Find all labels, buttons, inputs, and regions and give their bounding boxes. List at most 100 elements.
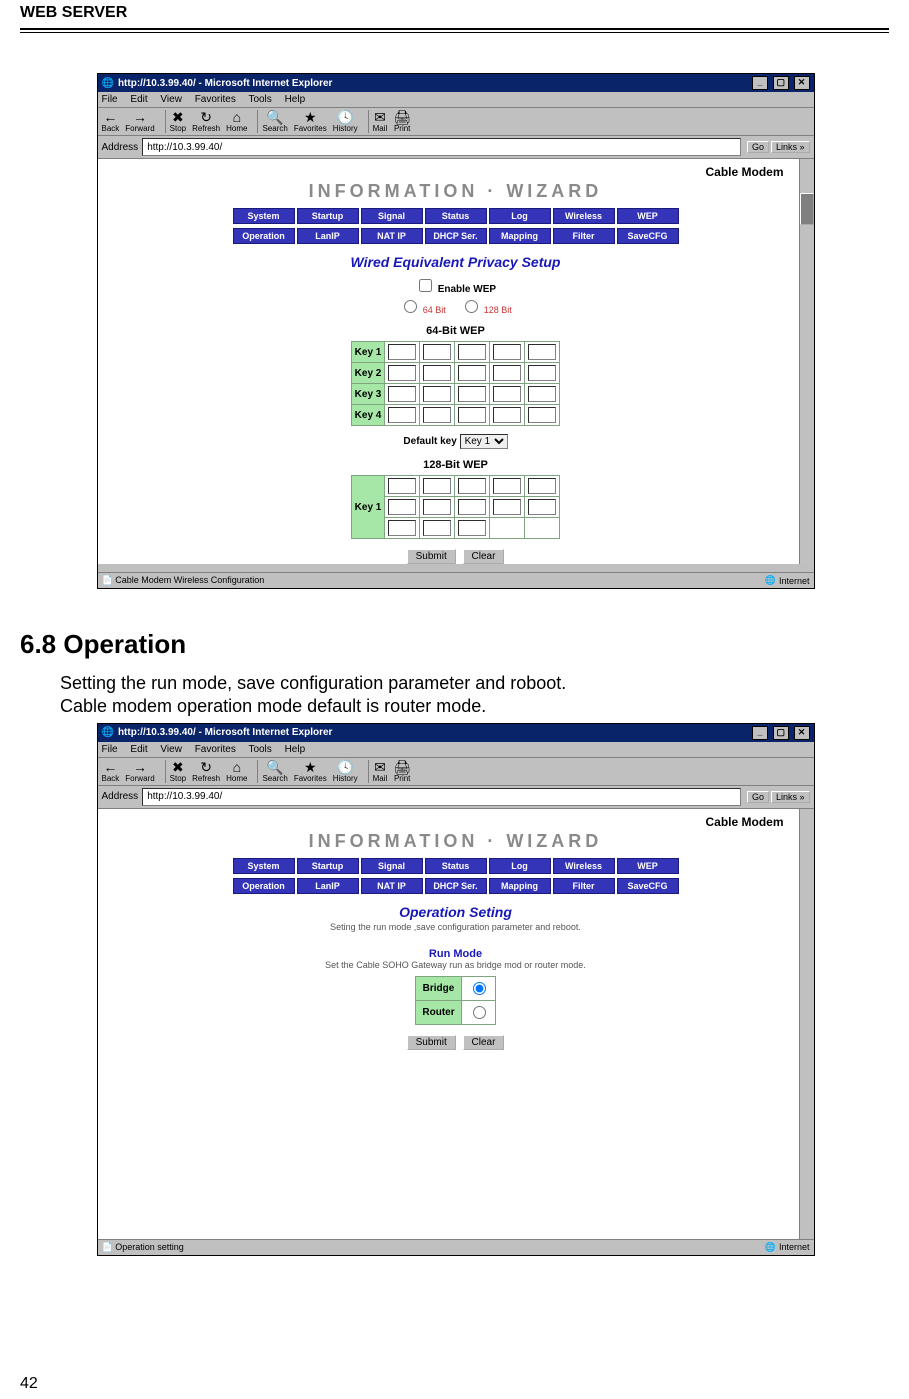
wep128-b12[interactable] [423, 520, 451, 536]
wep128-b5[interactable] [528, 478, 556, 494]
wep64-k3-b5[interactable] [528, 386, 556, 402]
close-button[interactable]: ✕ [794, 76, 810, 90]
wep64-k3-b4[interactable] [493, 386, 521, 402]
nav-log[interactable]: Log [489, 208, 551, 224]
nav-status[interactable]: Status [425, 858, 487, 874]
wep64-k3-b2[interactable] [423, 386, 451, 402]
wep128-b10[interactable] [528, 499, 556, 515]
submit-button[interactable]: Submit [407, 1035, 456, 1050]
nav-status[interactable]: Status [425, 208, 487, 224]
clear-button[interactable]: Clear [463, 549, 505, 564]
nav-savecfg[interactable]: SaveCFG [617, 228, 679, 244]
back-button[interactable]: ←Back [102, 110, 120, 133]
forward-button[interactable]: →Forward [125, 760, 154, 783]
stop-button[interactable]: ✖Stop [170, 760, 186, 783]
wep64-k2-b3[interactable] [458, 365, 486, 381]
menu-help[interactable]: Help [285, 744, 306, 755]
maximize-button[interactable]: ▢ [773, 726, 789, 740]
nav-operation[interactable]: Operation [233, 878, 295, 894]
nav-filter[interactable]: Filter [553, 878, 615, 894]
address-input[interactable] [142, 138, 741, 156]
radio-128bit[interactable] [465, 300, 478, 313]
nav-signal[interactable]: Signal [361, 208, 423, 224]
wep64-k1-b3[interactable] [458, 344, 486, 360]
wep64-k4-b1[interactable] [388, 407, 416, 423]
back-button[interactable]: ←Back [102, 760, 120, 783]
nav-wep[interactable]: WEP [617, 858, 679, 874]
wep128-b6[interactable] [388, 499, 416, 515]
home-button[interactable]: ⌂Home [226, 110, 247, 133]
menu-tools[interactable]: Tools [248, 744, 271, 755]
search-button[interactable]: 🔍Search [262, 760, 287, 783]
wep64-k4-b4[interactable] [493, 407, 521, 423]
print-button[interactable]: 🖨Print [393, 110, 411, 133]
nav-mapping[interactable]: Mapping [489, 878, 551, 894]
nav-startup[interactable]: Startup [297, 858, 359, 874]
menu-file[interactable]: File [102, 94, 118, 105]
nav-lanip[interactable]: LanIP [297, 878, 359, 894]
wep64-k4-b3[interactable] [458, 407, 486, 423]
wep128-b9[interactable] [493, 499, 521, 515]
nav-system[interactable]: System [233, 208, 295, 224]
nav-startup[interactable]: Startup [297, 208, 359, 224]
go-button[interactable]: Go [747, 141, 769, 153]
minimize-button[interactable]: _ [752, 726, 768, 740]
wep128-b7[interactable] [423, 499, 451, 515]
nav-savecfg[interactable]: SaveCFG [617, 878, 679, 894]
nav-natip[interactable]: NAT IP [361, 878, 423, 894]
minimize-button[interactable]: _ [752, 76, 768, 90]
menu-file[interactable]: File [102, 744, 118, 755]
menu-view[interactable]: View [160, 744, 182, 755]
search-button[interactable]: 🔍Search [262, 110, 287, 133]
clear-button[interactable]: Clear [463, 1035, 505, 1050]
menu-favorites[interactable]: Favorites [195, 94, 236, 105]
scrollbar[interactable] [799, 809, 814, 1239]
wep128-b13[interactable] [458, 520, 486, 536]
menu-tools[interactable]: Tools [248, 94, 271, 105]
wep64-k1-b1[interactable] [388, 344, 416, 360]
nav-dhcpser[interactable]: DHCP Ser. [425, 228, 487, 244]
run-mode-router-radio[interactable] [473, 1006, 486, 1019]
nav-wireless[interactable]: Wireless [553, 208, 615, 224]
nav-log[interactable]: Log [489, 858, 551, 874]
nav-operation[interactable]: Operation [233, 228, 295, 244]
forward-button[interactable]: →Forward [125, 110, 154, 133]
wep128-b4[interactable] [493, 478, 521, 494]
wep64-k2-b1[interactable] [388, 365, 416, 381]
nav-natip[interactable]: NAT IP [361, 228, 423, 244]
nav-mapping[interactable]: Mapping [489, 228, 551, 244]
nav-dhcpser[interactable]: DHCP Ser. [425, 878, 487, 894]
mail-button[interactable]: ✉Mail [373, 110, 388, 133]
stop-button[interactable]: ✖Stop [170, 110, 186, 133]
wep128-b1[interactable] [388, 478, 416, 494]
wep128-b3[interactable] [458, 478, 486, 494]
scrollbar[interactable] [799, 159, 814, 564]
menu-edit[interactable]: Edit [130, 94, 147, 105]
go-button[interactable]: Go [747, 791, 769, 803]
refresh-button[interactable]: ↻Refresh [192, 760, 220, 783]
radio-64bit[interactable] [404, 300, 417, 313]
wep128-b11[interactable] [388, 520, 416, 536]
submit-button[interactable]: Submit [407, 549, 456, 564]
refresh-button[interactable]: ↻Refresh [192, 110, 220, 133]
wep64-k3-b3[interactable] [458, 386, 486, 402]
home-button[interactable]: ⌂Home [226, 760, 247, 783]
links-button[interactable]: Links » [771, 791, 810, 803]
wep64-k1-b2[interactable] [423, 344, 451, 360]
close-button[interactable]: ✕ [794, 726, 810, 740]
maximize-button[interactable]: ▢ [773, 76, 789, 90]
wep64-k2-b5[interactable] [528, 365, 556, 381]
run-mode-bridge-radio[interactable] [473, 982, 486, 995]
menu-view[interactable]: View [160, 94, 182, 105]
nav-wireless[interactable]: Wireless [553, 858, 615, 874]
menu-favorites[interactable]: Favorites [195, 744, 236, 755]
enable-wep-checkbox[interactable] [419, 279, 432, 292]
wep64-k4-b2[interactable] [423, 407, 451, 423]
nav-system[interactable]: System [233, 858, 295, 874]
menu-help[interactable]: Help [285, 94, 306, 105]
default-key-select[interactable]: Key 1 [460, 434, 508, 449]
history-button[interactable]: 🕓History [333, 760, 358, 783]
wep128-b8[interactable] [458, 499, 486, 515]
menu-edit[interactable]: Edit [130, 744, 147, 755]
nav-lanip[interactable]: LanIP [297, 228, 359, 244]
